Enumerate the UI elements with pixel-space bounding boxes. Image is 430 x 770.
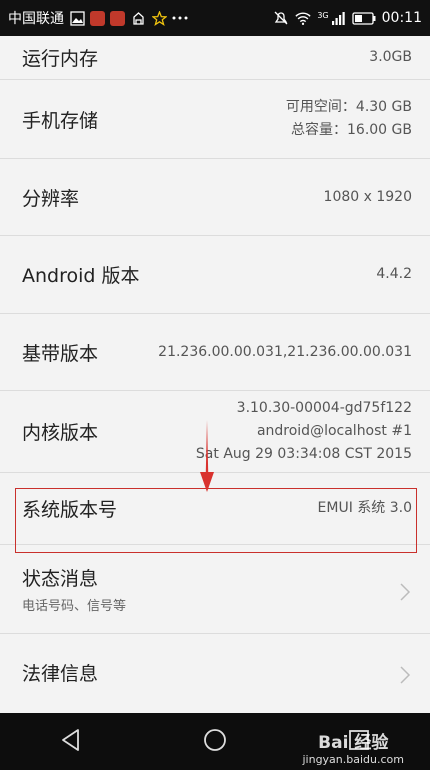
carrier-name: 中国联通 [8,11,64,27]
storage-available: 可用空间：4.30 GB [285,99,412,115]
row-label: 状态消息 [22,568,99,590]
row-android-version[interactable]: Android 版本 4.4.2 [0,236,430,314]
network-type: 3G [317,11,329,20]
row-label: 分辨率 [22,187,80,210]
watermark: Bai 经验 jingyan.baidu.com [302,728,404,766]
row-label: Android 版本 [22,265,140,287]
row-label: 系统版本号 [22,499,118,521]
row-legal-info[interactable]: 法律信息 [0,634,430,710]
row-ram[interactable]: 运行内存 3.0GB [0,36,430,80]
chevron-right-icon [398,582,412,601]
kernel-line-3: Sat Aug 29 03:34:08 CST 2015 [195,446,412,462]
battery-icon [351,10,376,26]
arrow-down-icon [200,420,214,492]
row-value: 1080 x 1920 [323,188,412,205]
status-bar: 中国联通 3G 00:11 [0,0,430,36]
status-time: 00:11 [381,10,422,26]
watermark-sub: jingyan.baidu.com [302,753,404,766]
star-icon [151,10,167,26]
watermark-main: Bai 经验 [318,733,389,753]
row-label: 内核版本 [22,422,99,444]
more-icon [172,10,188,26]
huawei-icon [90,10,105,26]
row-kernel-version[interactable]: 内核版本 3.10.30-00004-gd75f122 android@loca… [0,391,430,473]
row-storage[interactable]: 手机存储 可用空间：4.30 GB 总容量：16.00 GB [0,80,430,159]
signal-icon [330,10,346,26]
row-status-info[interactable]: 状态消息 电话号码、信号等 [0,545,430,634]
row-label: 法律信息 [22,662,99,685]
row-value: 21.236.00.00.031,21.236.00.00.031 [158,343,412,360]
home-icon[interactable] [203,728,227,756]
back-icon[interactable] [60,728,82,756]
row-baseband-version[interactable]: 基带版本 21.236.00.00.031,21.236.00.00.031 [0,314,430,391]
row-subtitle: 电话号码、信号等 [22,599,127,614]
row-system-version[interactable]: 系统版本号 EMUI 系统 3.0 [0,473,430,545]
kernel-line-2: android@localhost #1 [256,423,412,439]
row-label: 手机存储 [22,109,99,132]
huawei-icon [110,10,125,26]
row-label: 基带版本 [22,342,99,365]
row-value: EMUI 系统 3.0 [317,500,412,516]
row-value: 3.0GB [369,49,412,65]
storage-total: 总容量：16.00 GB [291,122,412,138]
about-phone-list: 运行内存 3.0GB 手机存储 可用空间：4.30 GB 总容量：16.00 G… [0,36,430,713]
gallery-icon [69,10,85,26]
wifi-icon [295,10,311,26]
kernel-line-1: 3.10.30-00004-gd75f122 [236,400,412,416]
row-value: 4.4.2 [376,266,412,282]
chevron-right-icon [398,665,412,684]
row-resolution[interactable]: 分辨率 1080 x 1920 [0,159,430,236]
notification-icon [130,10,146,26]
row-label: 运行内存 [22,48,99,70]
mute-icon [273,10,289,26]
